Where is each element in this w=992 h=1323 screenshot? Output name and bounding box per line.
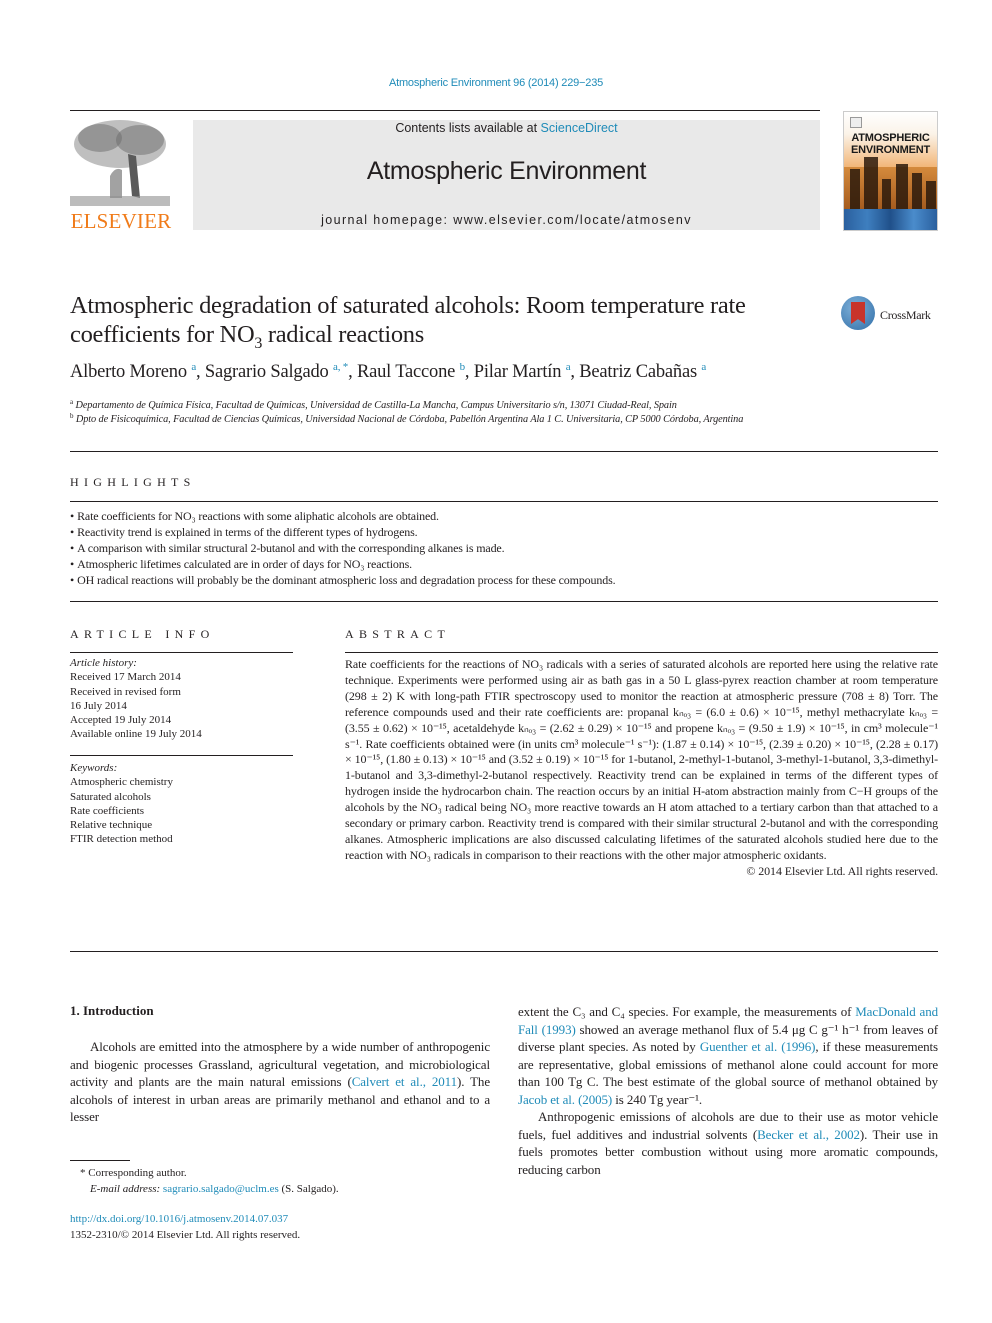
cover-title-line: ENVIRONMENT	[850, 144, 931, 156]
divider	[70, 755, 293, 756]
issn-line: 1352-2310/© 2014 Elsevier Ltd. All right…	[70, 1229, 301, 1241]
highlights-heading: HIGHLIGHTS	[70, 475, 196, 489]
divider	[70, 601, 938, 602]
abstract-copyright: © 2014 Elsevier Ltd. All rights reserved…	[746, 863, 938, 878]
body-column-1: Alcohols are emitted into the atmosphere…	[70, 1038, 490, 1126]
body-column-2: extent the C₃ and C₄ species. For exampl…	[518, 1003, 938, 1178]
sciencedirect-link[interactable]: ScienceDirect	[541, 121, 618, 135]
crossmark-label: CrossMark	[880, 308, 931, 322]
affiliation-mark: a	[70, 398, 74, 406]
author-list: Alberto Moreno a, Sagrario Salgado a, *,…	[70, 361, 870, 383]
email-line: E-mail address: sagrario.salgado@uclm.es…	[70, 1181, 490, 1197]
keyword-item: Relative technique	[70, 819, 153, 832]
elsevier-logo[interactable]: ELSEVIER	[70, 116, 172, 234]
author-separator: ,	[348, 362, 357, 382]
cover-building	[912, 173, 922, 209]
header-rule	[70, 110, 820, 111]
footnote: * Corresponding author. E-mail address: …	[70, 1165, 490, 1197]
keywords: Keywords: Atmospheric chemistry Saturate…	[70, 761, 293, 847]
corresponding-author-note: * Corresponding author.	[80, 1167, 187, 1179]
abstract-text: Rate coefficients for the reactions of N…	[345, 657, 938, 862]
email-suffix: (S. Salgado).	[278, 1183, 339, 1195]
highlight-item: Reactivity trend is explained in terms o…	[70, 524, 940, 540]
highlight-item: A comparison with similar structural 2-b…	[70, 540, 940, 556]
journal-cover-image[interactable]: ATMOSPHERIC ENVIRONMENT	[843, 111, 938, 231]
author-name[interactable]: Raul Taccone	[357, 362, 460, 382]
crossmark-button[interactable]: CrossMark	[841, 296, 941, 336]
cover-water	[844, 209, 937, 230]
author-separator: ,	[196, 362, 205, 382]
elsevier-tree-icon	[70, 116, 170, 210]
section-heading: 1. Introduction	[70, 1003, 154, 1018]
history-item: 16 July 2014	[70, 699, 127, 712]
doi-block: http://dx.doi.org/10.1016/j.atmosenv.201…	[70, 1211, 490, 1243]
cover-title-line: ATMOSPHERIC	[851, 132, 930, 144]
keyword-item: Rate coefficients	[70, 804, 145, 817]
elsevier-wordmark: ELSEVIER	[70, 209, 172, 233]
divider	[70, 951, 938, 952]
history-label: Article history:	[70, 657, 137, 669]
journal-name: Atmospheric Environment	[366, 157, 647, 185]
author-name[interactable]: Pilar Martín	[474, 362, 566, 382]
cover-building	[896, 164, 908, 209]
history-item: Available online 19 July 2014	[70, 728, 202, 741]
author-affiliation-mark[interactable]: a	[701, 361, 706, 373]
keywords-label: Keywords:	[70, 762, 118, 774]
cover-title: ATMOSPHERIC ENVIRONMENT	[844, 132, 937, 156]
highlights-list: Rate coefficients for NO₃ reactions with…	[70, 508, 940, 588]
author-name[interactable]: Sagrario Salgado	[205, 362, 333, 382]
cover-building	[864, 157, 878, 209]
cover-building	[882, 179, 891, 209]
keyword-item: Atmospheric chemistry	[70, 776, 173, 789]
highlight-item: OH radical reactions will probably be th…	[70, 572, 940, 588]
citation-link[interactable]: Guenther et al. (1996)	[700, 1039, 816, 1054]
highlight-item: Rate coefficients for NO₃ reactions with…	[70, 508, 940, 524]
author-name[interactable]: Alberto Moreno	[70, 362, 191, 382]
history-item: Received in revised form	[70, 685, 181, 698]
cover-elsevier-icon	[850, 117, 862, 128]
affiliation-text: Dpto de Fisicoquímica, Facultad de Cienc…	[75, 414, 744, 425]
title-text: radical reactions	[262, 321, 424, 348]
citation-link[interactable]: Becker et al., 2002	[757, 1127, 860, 1142]
divider	[70, 451, 938, 452]
journal-homepage[interactable]: journal homepage: www.elsevier.com/locat…	[193, 213, 820, 227]
article-history: Article history: Received 17 March 2014 …	[70, 656, 293, 742]
body-text: is 240 Tg year⁻¹.	[612, 1091, 703, 1107]
keyword-item: FTIR detection method	[70, 833, 173, 846]
abstract-body: Rate coefficients for the reactions of N…	[345, 657, 938, 880]
author-separator: ,	[570, 362, 580, 382]
doi-link[interactable]: http://dx.doi.org/10.1016/j.atmosenv.201…	[70, 1213, 288, 1225]
article-info-heading: ARTICLE INFO	[70, 627, 215, 641]
cover-building	[926, 181, 936, 209]
journal-reference-link[interactable]: Atmospheric Environment 96 (2014) 229−23…	[0, 77, 992, 89]
abstract-heading: ABSTRACT	[345, 627, 451, 641]
contents-line: Contents lists available at ScienceDirec…	[193, 121, 820, 135]
author-name[interactable]: Beatriz Cabañas	[579, 362, 701, 382]
author-separator: ,	[464, 362, 474, 382]
divider	[345, 652, 938, 653]
journal-header-box: Contents lists available at ScienceDirec…	[193, 120, 820, 230]
affiliation-b: b Dpto de Fisicoquímica, Facultad de Cie…	[70, 409, 830, 427]
article-title: Atmospheric degradation of saturated alc…	[70, 291, 810, 352]
history-item: Received 17 March 2014	[70, 671, 181, 684]
footnote-rule	[70, 1160, 130, 1161]
email-label: E-mail address:	[90, 1183, 163, 1195]
divider	[70, 501, 938, 502]
email-link[interactable]: sagrario.salgado@uclm.es	[163, 1183, 279, 1195]
cover-building	[850, 169, 860, 209]
citation-link[interactable]: Jacob et al. (2005)	[518, 1092, 612, 1107]
author-affiliation-mark[interactable]: a, *	[333, 361, 348, 373]
affiliation-mark: b	[70, 412, 74, 420]
paragraph-2: Anthropogenic emissions of alcohols are …	[518, 1108, 938, 1178]
history-item: Accepted 19 July 2014	[70, 714, 172, 727]
title-subscript: 3	[254, 334, 263, 352]
highlight-item: Atmospheric lifetimes calculated are in …	[70, 556, 940, 572]
citation-link[interactable]: Calvert et al., 2011	[352, 1074, 457, 1089]
divider	[70, 652, 293, 653]
keyword-item: Saturated alcohols	[70, 790, 151, 803]
body-text: extent the C₃ and C₄ species. For exampl…	[518, 1004, 856, 1019]
contents-prefix: Contents lists available at	[395, 121, 541, 135]
